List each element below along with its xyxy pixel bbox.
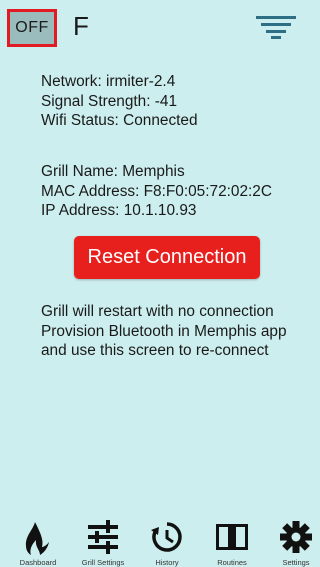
ip-address: IP Address: 10.1.10.93 bbox=[41, 202, 197, 219]
sliders-icon bbox=[88, 520, 118, 554]
power-off-button[interactable]: OFF bbox=[7, 9, 57, 47]
temperature-unit-toggle[interactable]: F bbox=[73, 11, 89, 42]
tab-label: Grill Settings bbox=[81, 558, 125, 567]
reset-instructions: Grill will restart with no connection Pr… bbox=[41, 302, 287, 361]
flame-icon bbox=[25, 522, 49, 555]
tab-routines[interactable]: Routines bbox=[202, 518, 262, 567]
filter-menu-icon[interactable] bbox=[256, 16, 296, 40]
book-icon bbox=[216, 524, 248, 550]
reset-connection-button[interactable]: Reset Connection bbox=[74, 236, 260, 279]
grill-info: Grill Name: Memphis MAC Address: F8:F0:0… bbox=[41, 162, 272, 221]
instruction-line: Grill will restart with no connection bbox=[41, 303, 274, 320]
network-info: Network: irmiter-2.4 Signal Strength: -4… bbox=[41, 72, 198, 131]
mac-address: MAC Address: F8:F0:05:72:02:2C bbox=[41, 182, 272, 200]
tab-history[interactable]: History bbox=[137, 518, 197, 567]
tab-label: Dashboard bbox=[19, 558, 57, 567]
signal-strength: Signal Strength: -41 bbox=[41, 92, 178, 110]
tab-label: Routines bbox=[217, 558, 247, 567]
grill-name: Grill Name: Memphis bbox=[41, 163, 185, 180]
top-bar: OFF F bbox=[0, 0, 317, 52]
gear-icon bbox=[280, 521, 312, 553]
wifi-status: Wifi Status: Connected bbox=[41, 112, 198, 129]
instruction-line: Provision Bluetooth in Memphis app bbox=[41, 322, 287, 340]
tab-grill-settings[interactable]: Grill Settings bbox=[73, 518, 133, 567]
tab-settings[interactable]: Settings bbox=[266, 518, 320, 567]
history-icon bbox=[151, 522, 182, 552]
instruction-line: and use this screen to re-connect bbox=[41, 342, 269, 359]
tab-label: History bbox=[155, 558, 179, 567]
network-name: Network: irmiter-2.4 bbox=[41, 73, 176, 90]
bottom-tab-bar: Dashboard Grill Settings History Routine… bbox=[0, 518, 317, 567]
tab-label: Settings bbox=[282, 558, 310, 567]
tab-dashboard[interactable]: Dashboard bbox=[8, 518, 68, 567]
